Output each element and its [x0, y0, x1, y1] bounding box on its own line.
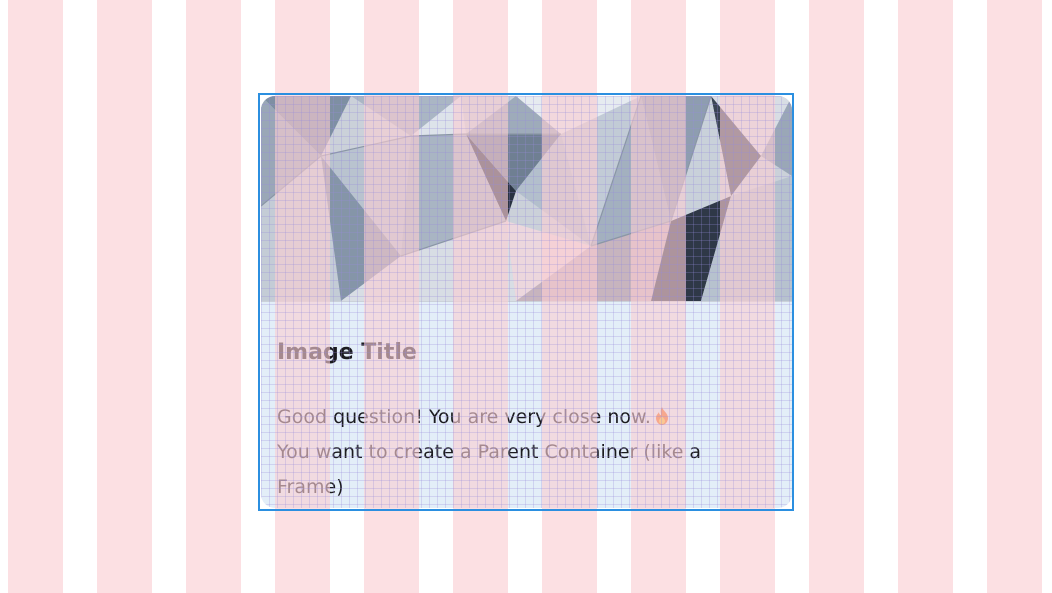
card-title: Image Title [277, 340, 417, 365]
fire-icon [655, 407, 668, 425]
card-description-text: Good question! You are very close now. [277, 406, 651, 428]
image-card[interactable]: Image Title Good question! You are very … [261, 96, 792, 508]
card-cover-image [261, 96, 792, 302]
card-description-line: You want to create a Parent Container (l… [277, 441, 702, 463]
card-description-line: Frame) [277, 476, 344, 498]
card-description-line: Good question! You are very close now. [277, 400, 757, 435]
polygon-facade-illustration [261, 96, 792, 302]
card-description: Good question! You are very close now. Y… [277, 400, 757, 505]
